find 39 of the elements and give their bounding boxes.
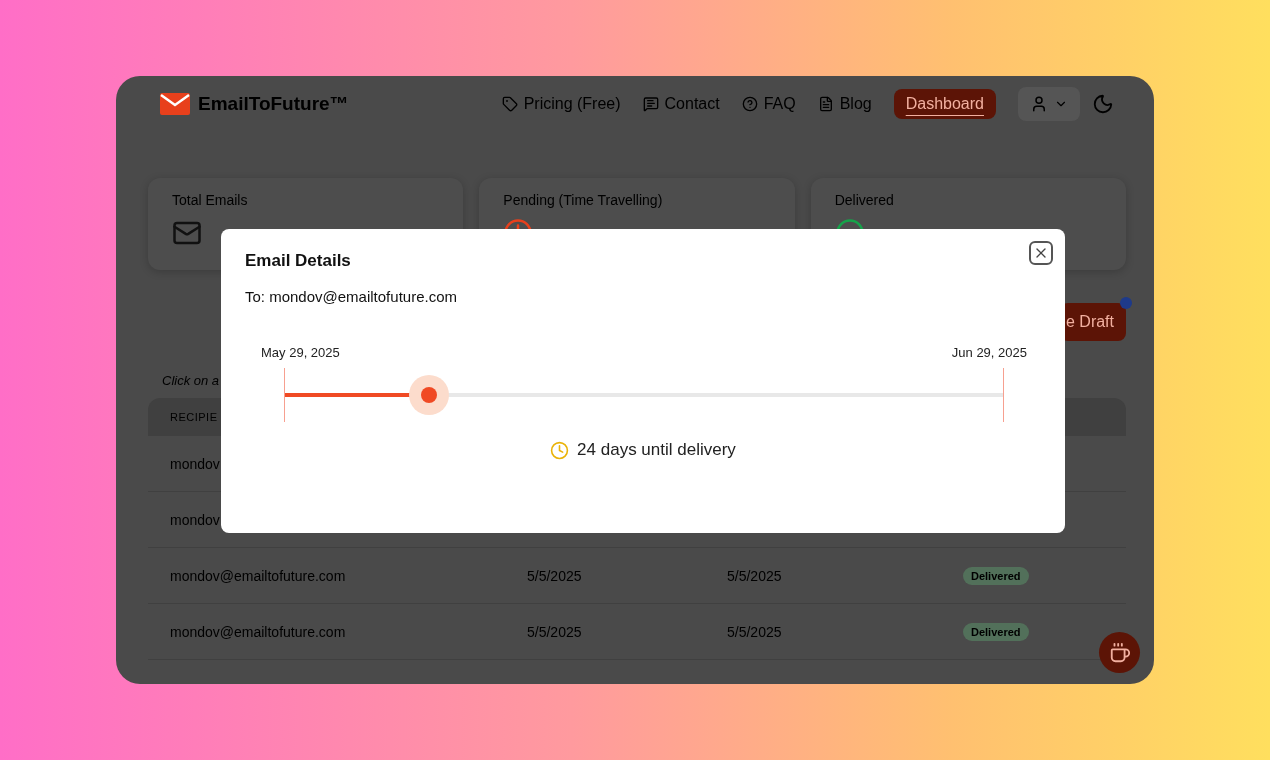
notification-dot [1120,297,1132,309]
recipient-text: To: mondov@emailtofuture.com [245,288,458,305]
envelope-logo-icon [160,93,190,115]
table-cell-text: 5/5/2025 [527,567,583,584]
table-cell-text: 5/5/2025 [727,623,783,640]
start-date: May 29, 2025 [261,345,340,360]
table-cell-text: mondov@emailtofuture.com [170,623,347,640]
hint-text: Click on a [162,373,221,388]
end-date: Jun 29, 2025 [951,345,1027,360]
status-badge: Delivered [963,566,1029,585]
nav-link[interactable]: Dashboard [893,89,996,119]
close-button[interactable] [1029,241,1053,265]
coffee-button[interactable] [1099,632,1140,673]
table-cell-text: mondov [170,455,221,472]
column-header: RECIPIE [170,411,218,423]
table-cell-text: 5/5/2025 [527,623,583,640]
cup-icon [1108,641,1131,664]
countdown-text: 24 days until delivery [577,440,736,460]
nav-icon [642,96,659,112]
stat-label: Delivered [834,192,895,208]
stat-label: Total Emails [172,192,249,208]
theme-toggle-button[interactable] [1092,93,1114,115]
nav-link[interactable]: Contact [642,95,720,113]
nav-icon [501,96,518,112]
status-badge: Delivered [963,622,1029,641]
logo-text[interactable]: EmailToFuture™ [198,93,349,115]
nav-link[interactable]: Pricing (Free) [501,95,621,113]
nav-icon [741,96,758,112]
nav-link[interactable]: Blog [817,95,872,113]
nav-icon [817,96,834,112]
stat-label: Pending (Time Travelling) [503,192,664,208]
moon-icon [1092,93,1114,115]
nav-link[interactable]: FAQ [741,95,796,113]
user-icon [1030,95,1048,113]
user-menu-button[interactable] [1018,87,1080,121]
table-cell-text: mondov@emailtofuture.com [170,567,347,584]
table-cell-text: 5/5/2025 [727,567,783,584]
dialog-title: Email Details [245,251,352,271]
table-cell-text: mondov [170,511,221,528]
